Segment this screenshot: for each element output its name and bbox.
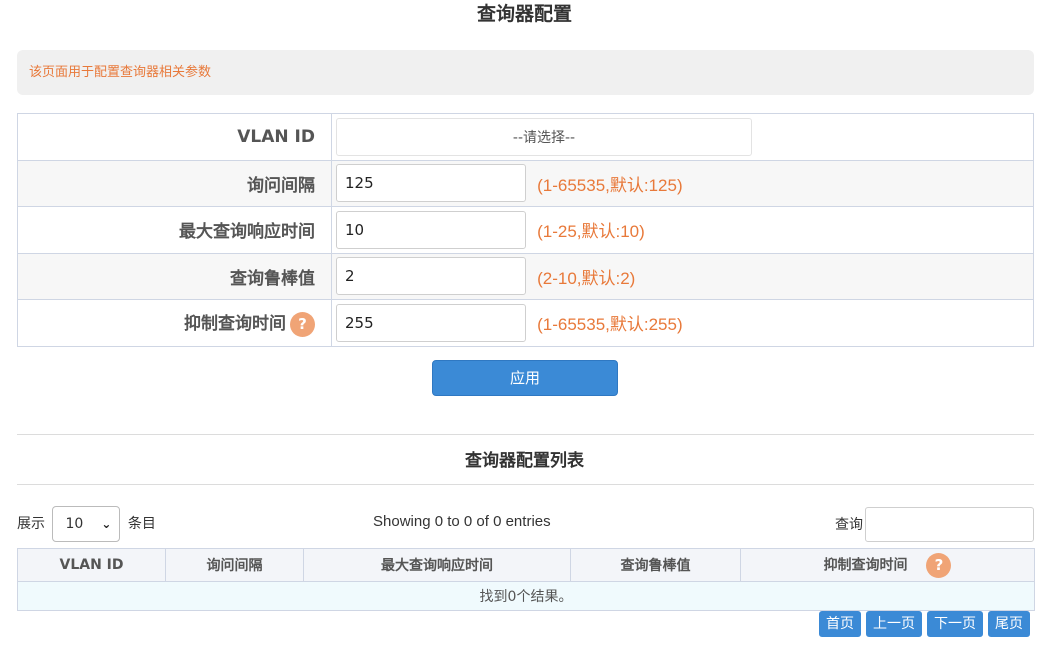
help-icon[interactable]: ? [926,552,952,578]
suppress-hint: (1-65535,默认:255) [537,315,683,335]
table-row: 找到0个结果。 [17,581,1035,611]
max-response-input[interactable] [336,210,526,249]
col-header-max-response[interactable]: 最大查询响应时间 [303,548,571,582]
interval-hint: (1-65535,默认:125) [537,175,683,195]
form-row-suppress: 抑制查询时间? (1-65535,默认:255) [17,299,1034,347]
empty-result: 找到0个结果。 [17,581,1035,611]
next-page-button[interactable]: 下一页 [927,611,983,637]
robustness-label: 查询鲁棒值 [17,252,332,300]
apply-button[interactable]: 应用 [432,360,618,396]
last-page-button[interactable]: 尾页 [988,611,1030,637]
first-page-button[interactable]: 首页 [819,611,861,637]
divider [17,434,1034,435]
divider [17,484,1034,485]
robustness-input[interactable] [336,257,526,296]
form-row-vlan: VLAN ID --请选择-- [17,113,1034,161]
max-response-hint: (1-25,默认:10) [537,222,645,242]
col-header-suppress-label: 抑制查询时间 [823,557,908,573]
vlan-id-select[interactable]: --请选择-- [336,117,752,156]
chevron-down-icon: ⌄ [101,517,112,531]
page-length-control: 展示 10 ⌄ 条目 [17,506,156,542]
list-title: 查询器配置列表 [465,451,584,471]
show-prefix: 展示 [17,516,45,532]
col-header-vlan-id[interactable]: VLAN ID [17,548,166,582]
form-row-robustness: 查询鲁棒值 (2-10,默认:2) [17,252,1034,300]
help-icon[interactable]: ? [290,311,315,337]
vlan-id-label: VLAN ID [17,113,332,161]
prev-page-button[interactable]: 上一页 [866,611,922,637]
notice-banner: 该页面用于配置查询器相关参数 [17,50,1034,95]
interval-input[interactable] [336,164,526,203]
search-label: 查询 [835,517,863,533]
col-header-robustness[interactable]: 查询鲁棒值 [570,548,741,582]
suppress-input[interactable] [336,303,526,342]
form-row-max-resp: 最大查询响应时间 (1-25,默认:10) [17,206,1034,254]
pagination: 首页 上一页 下一页 尾页 [814,611,1030,637]
page-title: 查询器配置 [476,3,572,25]
show-suffix: 条目 [127,516,156,532]
col-header-suppress[interactable]: 抑制查询时间 ? [740,548,1035,582]
interval-label: 询问间隔 [17,159,332,207]
querier-list-table: VLAN ID 询问间隔 最大查询响应时间 查询鲁棒值 抑制查询时间 ? 找到0… [17,548,1035,611]
page-length-value: 10 [65,516,84,532]
search-input[interactable] [865,507,1034,542]
col-header-interval[interactable]: 询问间隔 [165,548,304,582]
entries-info: Showing 0 to 0 of 0 entries [373,513,551,530]
table-header-row: VLAN ID 询问间隔 最大查询响应时间 查询鲁棒值 抑制查询时间 ? [17,548,1035,582]
max-response-label: 最大查询响应时间 [17,206,332,254]
form-row-interval: 询问间隔 (1-65535,默认:125) [17,159,1034,207]
config-form: VLAN ID --请选择-- 询问间隔 (1-65535,默认:125) 最大… [17,113,1034,347]
suppress-label: 抑制查询时间 [184,314,286,334]
robustness-hint: (2-10,默认:2) [537,268,636,288]
page-length-select[interactable]: 10 ⌄ [52,506,121,542]
